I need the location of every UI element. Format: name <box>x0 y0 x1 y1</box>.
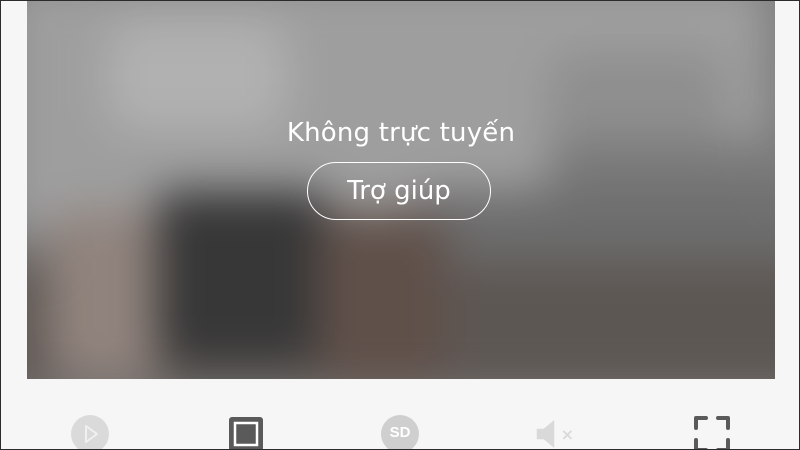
help-button[interactable]: Trợ giúp <box>307 162 491 220</box>
record-button[interactable] <box>225 413 267 449</box>
fullscreen-icon <box>694 416 730 449</box>
camera-view[interactable]: Không trực tuyến Trợ giúp <box>27 1 775 379</box>
mute-button[interactable] <box>535 413 577 449</box>
play-button[interactable] <box>69 413 111 449</box>
quality-label: SD <box>389 424 411 441</box>
control-bar: SD <box>1 379 799 449</box>
offline-status: Không trực tuyến <box>286 118 516 148</box>
app-frame: Không trực tuyến Trợ giúp SD <box>0 0 800 450</box>
fullscreen-button[interactable] <box>691 413 733 449</box>
play-circle-icon <box>71 415 109 449</box>
record-square-icon <box>229 417 263 449</box>
quality-button[interactable]: SD <box>379 413 421 449</box>
speaker-muted-icon <box>536 420 572 448</box>
